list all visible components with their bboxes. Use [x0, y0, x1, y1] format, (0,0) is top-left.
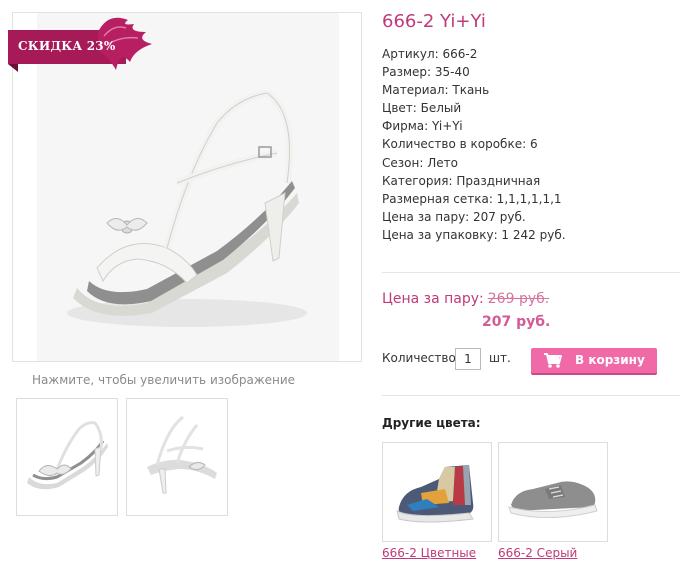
- divider: [382, 395, 680, 396]
- colored-sneaker-image: [396, 465, 474, 523]
- ribbon-fold: [8, 64, 18, 72]
- spec-color: Цвет: Белый: [382, 101, 462, 116]
- white-sandal-illustration: [67, 89, 307, 327]
- add-to-cart-button[interactable]: В корзину: [531, 348, 657, 373]
- color-variant-link-gray[interactable]: 666-2 Серый: [498, 546, 577, 560]
- quantity-input[interactable]: 1: [455, 348, 481, 370]
- quantity-unit: шт.: [489, 351, 511, 365]
- main-product-image[interactable]: [12, 12, 362, 362]
- spec-category: Категория: Праздничная: [382, 173, 541, 188]
- old-price: 269 руб.: [487, 291, 550, 307]
- product-title: 666-2 Yi+Yi: [382, 11, 486, 32]
- product-photo-background: [37, 13, 339, 361]
- thumbnail-1[interactable]: [16, 398, 118, 516]
- new-price: 207 руб.: [482, 314, 551, 330]
- sandal-side-thumb: [27, 421, 108, 490]
- spec-brand: Фирма: Yi+Yi: [382, 119, 463, 134]
- thumbnail-2[interactable]: [126, 398, 228, 516]
- spec-article: Артикул: 666-2: [382, 47, 478, 61]
- quantity-label: Количество: [382, 351, 456, 365]
- spec-season: Сезон: Лето: [382, 155, 458, 170]
- add-to-cart-label: В корзину: [575, 353, 645, 367]
- spec-material: Материал: Ткань: [382, 83, 490, 98]
- spec-size: Размер: 35-40: [382, 65, 470, 80]
- spec-pair-price: Цена за пару: 207 руб.: [382, 209, 526, 224]
- product-specs: Артикул: 666-2 Размер: 35-40 Материал: Т…: [382, 45, 566, 244]
- sandal-back-thumb: [147, 415, 217, 494]
- color-variant-card[interactable]: [498, 442, 608, 542]
- discount-label: СКИДКА 23%: [18, 39, 116, 53]
- price-label: Цена за пару:: [382, 291, 484, 307]
- gray-sneaker-image: [508, 481, 598, 518]
- cart-icon: [544, 353, 562, 368]
- color-variant-link-multicolor[interactable]: 666-2 Цветные: [382, 546, 476, 560]
- other-colors-title: Другие цвета:: [382, 416, 481, 430]
- divider: [382, 272, 680, 273]
- spec-size-grid: Размерная сетка: 1,1,1,1,1,1: [382, 191, 562, 206]
- zoom-hint[interactable]: Нажмите, чтобы увеличить изображение: [32, 373, 295, 387]
- spec-box-quantity: Количество в коробке: 6: [382, 137, 538, 152]
- color-variant-card[interactable]: [382, 442, 492, 542]
- price-row: Цена за пару: 269 руб.: [382, 291, 549, 307]
- spec-pack-price: Цена за упаковку: 1 242 руб.: [382, 227, 566, 242]
